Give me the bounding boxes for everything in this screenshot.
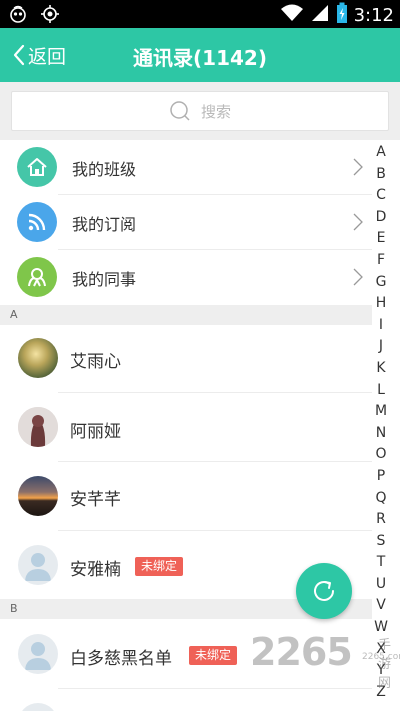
- contact-row[interactable]: 安芊芊: [0, 462, 372, 531]
- chevron-right-icon: [353, 268, 363, 286]
- signal-icon: [310, 3, 330, 27]
- alphabet-letter-e[interactable]: E: [372, 228, 390, 250]
- contact-name: 阿丽娅: [70, 422, 121, 442]
- alphabet-letter-t[interactable]: T: [372, 552, 390, 574]
- alphabet-letter-p[interactable]: P: [372, 466, 390, 488]
- wifi-icon: [280, 3, 304, 27]
- app-header: 返回 通讯录(1142): [0, 28, 400, 82]
- contact-row[interactable]: 阿丽娅: [0, 393, 372, 462]
- alphabet-letter-m[interactable]: M: [372, 401, 390, 423]
- search-input[interactable]: 搜索: [11, 91, 389, 131]
- chevron-right-icon: [353, 213, 363, 231]
- entry-my-class[interactable]: 我的班级: [0, 140, 372, 195]
- alphabet-letter-g[interactable]: G: [372, 272, 390, 294]
- default-avatar-icon: [18, 634, 58, 674]
- alphabet-letter-q[interactable]: Q: [372, 488, 390, 510]
- entry-label: 我的班级: [72, 159, 137, 179]
- default-avatar-icon: [18, 545, 58, 585]
- refresh-icon: [314, 581, 334, 601]
- home-icon: [17, 147, 57, 187]
- contact-name: 安芊芊: [70, 490, 121, 510]
- alphabet-letter-d[interactable]: D: [372, 207, 390, 229]
- entry-label: 我的同事: [72, 269, 137, 289]
- unbound-badge: 未绑定: [189, 646, 238, 665]
- alphabet-letter-b[interactable]: B: [372, 164, 390, 186]
- chevron-right-icon: [353, 158, 363, 176]
- watermark-number: 2265: [250, 630, 353, 674]
- alphabet-letter-i[interactable]: I: [372, 315, 390, 337]
- entry-my-colleagues[interactable]: 我的同事: [0, 250, 372, 305]
- alphabet-letter-h[interactable]: H: [372, 293, 390, 315]
- alphabet-letter-k[interactable]: K: [372, 358, 390, 380]
- avatar: [18, 407, 58, 447]
- refresh-button[interactable]: [296, 563, 352, 619]
- rss-icon: [17, 202, 57, 242]
- location-icon: [40, 4, 60, 28]
- alphabet-index[interactable]: ABCDEFGHIJKLMNOPQRSTUVWXYZ: [372, 142, 390, 703]
- alphabet-letter-v[interactable]: V: [372, 595, 390, 617]
- alphabet-letter-f[interactable]: F: [372, 250, 390, 272]
- avatar: [18, 476, 58, 516]
- search-placeholder: 搜索: [200, 102, 231, 121]
- alphabet-letter-a[interactable]: A: [372, 142, 390, 164]
- app-notification-icon: [8, 4, 28, 28]
- watermark-site: 手游网: [378, 638, 392, 691]
- search-area: 搜索: [0, 82, 400, 140]
- search-icon: [170, 101, 190, 121]
- section-header-a: A: [0, 305, 372, 325]
- alphabet-letter-s[interactable]: S: [372, 531, 390, 553]
- contact-row[interactable]: 艾雨心: [0, 325, 372, 393]
- alphabet-letter-r[interactable]: R: [372, 509, 390, 531]
- clock: 3:12: [353, 4, 394, 26]
- contact-name: 安雅楠: [70, 560, 121, 580]
- battery-icon: [336, 2, 348, 28]
- status-bar: 3:12: [0, 0, 400, 28]
- page-title: 通讯录(1142): [133, 46, 267, 70]
- avatar: [18, 338, 58, 378]
- alphabet-letter-j[interactable]: J: [372, 336, 390, 358]
- entry-label: 我的订阅: [72, 214, 137, 234]
- default-avatar-icon: [18, 703, 58, 711]
- contact-name: 艾雨心: [70, 352, 121, 372]
- unbound-badge: 未绑定: [135, 557, 184, 576]
- alphabet-letter-u[interactable]: U: [372, 574, 390, 596]
- alphabet-letter-l[interactable]: L: [372, 380, 390, 402]
- watermark: 2265 手游网 2265.com: [250, 630, 400, 711]
- alphabet-letter-n[interactable]: N: [372, 423, 390, 445]
- entry-my-subscription[interactable]: 我的订阅: [0, 195, 372, 250]
- alphabet-letter-c[interactable]: C: [372, 185, 390, 207]
- colleague-icon: [17, 257, 57, 297]
- alphabet-letter-o[interactable]: O: [372, 444, 390, 466]
- contact-name: 白多慈黑名单: [70, 649, 172, 669]
- watermark-url: 2265.com: [362, 652, 400, 662]
